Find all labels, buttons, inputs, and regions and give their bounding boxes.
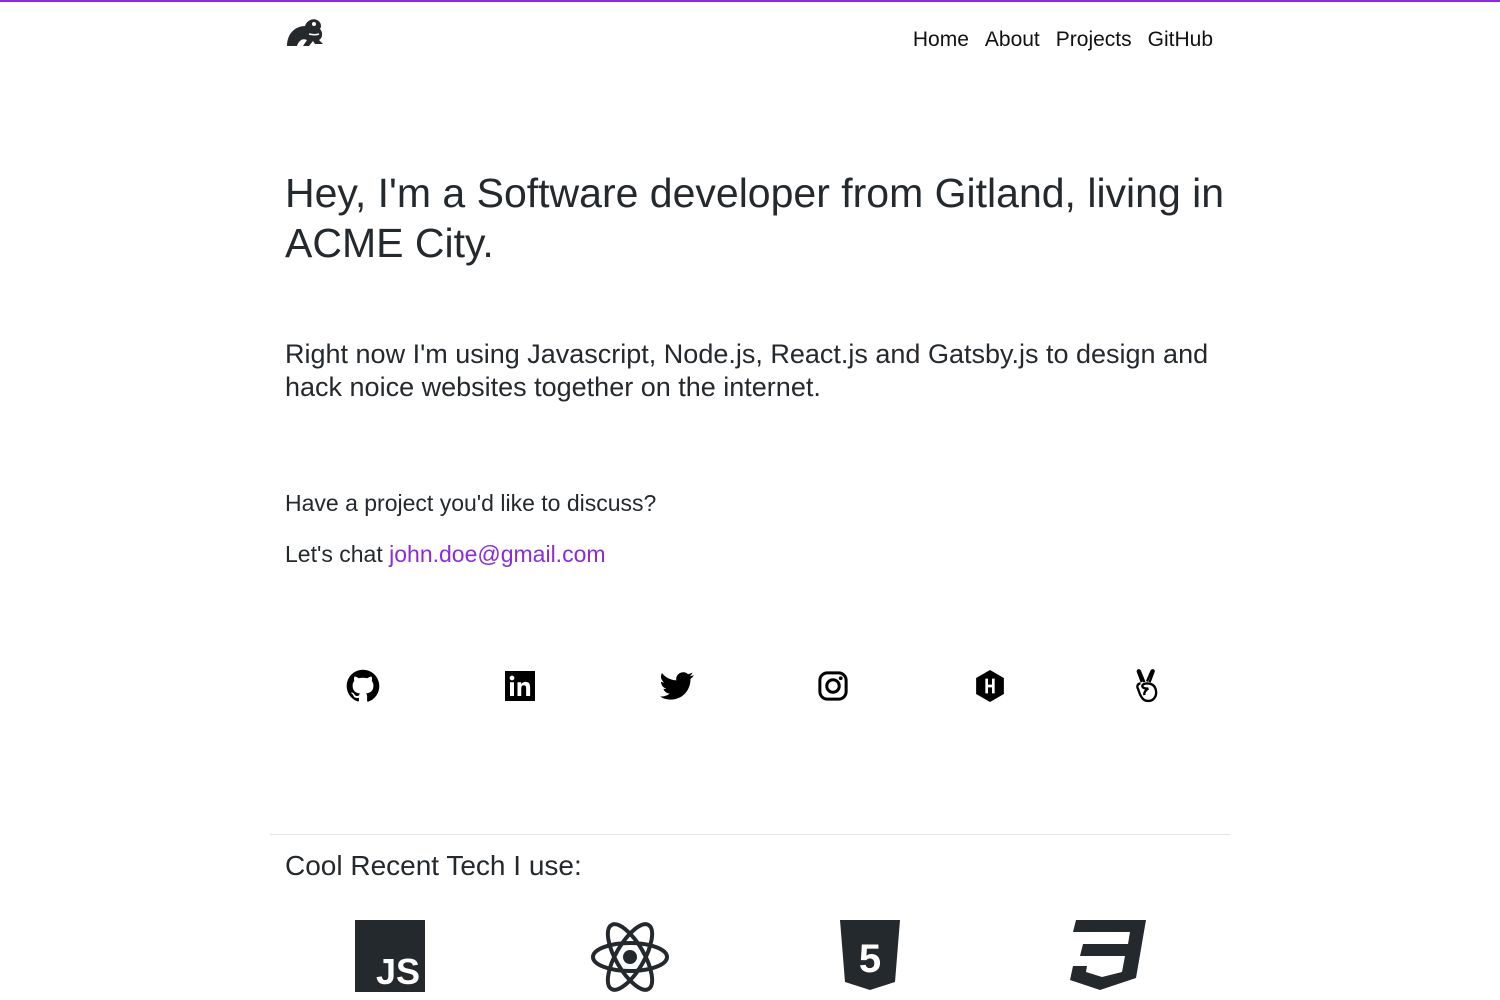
html5-icon: 5 xyxy=(840,920,900,997)
nav-projects-link[interactable]: Projects xyxy=(1056,28,1132,52)
hero-description: Right now I'm using Javascript, Node.js,… xyxy=(285,339,1209,402)
javascript-icon-label: JS xyxy=(376,951,420,992)
social-links xyxy=(285,668,1225,704)
chat-prefix: Let's chat xyxy=(285,541,383,567)
javascript-icon: JS xyxy=(355,920,425,997)
css3-icon xyxy=(1070,920,1146,997)
frog-logo-icon[interactable] xyxy=(285,16,325,50)
page-container: Home About Projects GitHub Hey, I'm a So… xyxy=(285,0,1224,704)
email-link[interactable]: john.doe@gmail.com xyxy=(389,541,605,567)
nav-home-link[interactable]: Home xyxy=(913,28,969,52)
instagram-icon[interactable] xyxy=(815,668,851,704)
linkedin-icon[interactable] xyxy=(502,668,538,704)
nav-about-link[interactable]: About xyxy=(985,28,1040,52)
tech-heading: Cool Recent Tech I use: xyxy=(285,850,582,881)
section-divider xyxy=(270,834,1230,835)
navbar: Home About Projects GitHub xyxy=(285,0,1215,80)
react-icon xyxy=(590,920,670,997)
angellist-icon[interactable] xyxy=(1129,668,1165,704)
github-icon[interactable] xyxy=(345,668,381,704)
main-nav: Home About Projects GitHub xyxy=(913,28,1213,52)
html5-icon-label: 5 xyxy=(859,937,881,981)
hero-title: Hey, I'm a Software developer from Gitla… xyxy=(285,170,1225,266)
hashnode-icon[interactable] xyxy=(972,668,1008,704)
tech-icons: JS 5 xyxy=(270,920,1230,1000)
cta-question: Have a project you'd like to discuss? xyxy=(285,490,657,516)
cta-chat: Let's chat john.doe@gmail.com xyxy=(285,541,1215,568)
nav-github-link[interactable]: GitHub xyxy=(1148,28,1213,52)
twitter-icon[interactable] xyxy=(659,668,695,704)
